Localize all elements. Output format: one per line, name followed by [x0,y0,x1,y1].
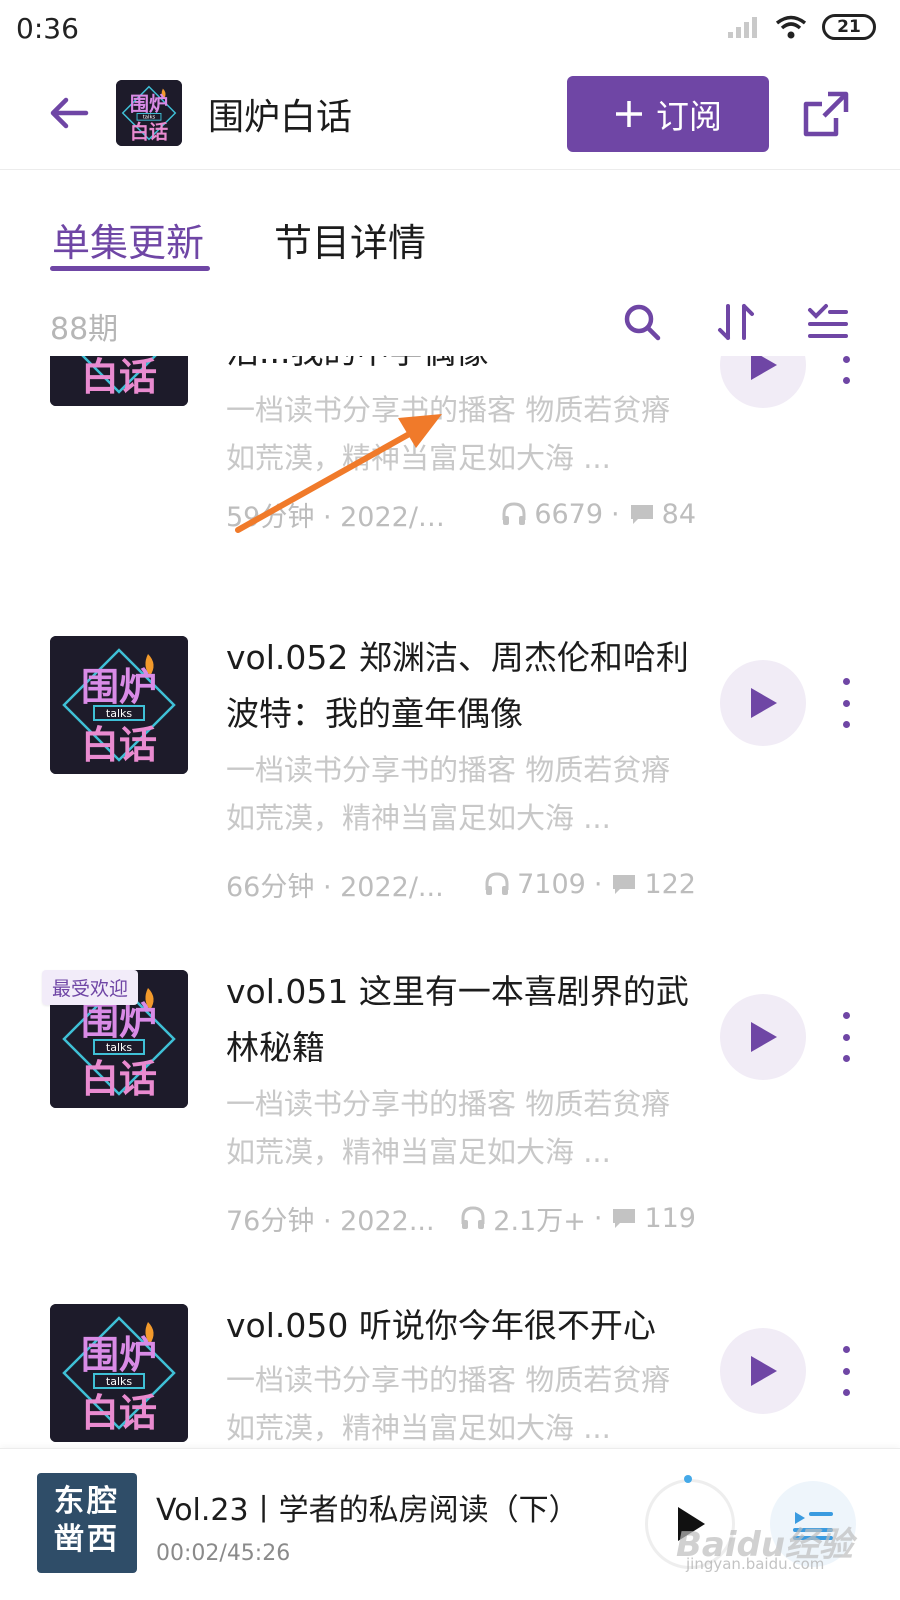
batch-select-icon[interactable] [806,300,850,344]
list-item[interactable]: 围炉 talks 白话 vol.052 郑渊洁、周杰伦和哈利波特：我的童年偶像 … [0,636,900,976]
list-item[interactable]: 围炉 talks 白话 vol.050 听说你今年很不开心 一档读书分享书的播客… [0,1304,900,1448]
battery-indicator: 21 [822,14,876,40]
headphones-icon [502,502,526,525]
now-playing-cover: 东腔 凿西 [37,1473,137,1573]
cover-small: talks [106,1041,132,1054]
play-button[interactable] [720,1328,806,1414]
episode-title: vol.050 听说你今年很不开心 [226,1306,656,1345]
back-arrow-icon[interactable] [44,88,94,138]
episode-meta: 76分钟 · 2022... 2.1万+ · 119 [226,1198,696,1238]
more-options-button[interactable] [836,356,856,384]
episode-cover: 围炉 talks 白话 [50,636,188,774]
comment-count: 84 [661,498,696,530]
cover-small: talks [106,707,132,720]
play-button[interactable] [720,356,806,408]
progress-indicator [684,1475,692,1483]
episode-cover-art: 围炉 talks 白话 [50,636,188,774]
cover-small: talks [106,1375,132,1388]
cover-line1: 围炉 [81,999,157,1043]
episode-cover-art: 围炉 talks 白话 [50,356,188,406]
play-count: 2.1万+ [493,1205,586,1237]
episode-meta: 59分钟 · 2022/1... 6679 · 84 [226,494,696,534]
mini-player[interactable]: 东腔 凿西 Vol.23丨学者的私房阅读（下） 00:02/45:26 Baid… [0,1448,900,1600]
episode-duration: 66分钟 · 2022/... [226,871,444,903]
cover-line2: 白话 [81,723,157,767]
svg-text:白话: 白话 [130,120,168,143]
app-screen: 0:36 21 围炉 talks 白话 围炉白话 订阅 单集更新 节目详情 88… [0,0,900,1600]
headphones-icon [485,872,509,895]
episode-list: 围炉 talks 白话 浩...我的中学偶像 一档读书分享书的播客 物质若贫瘠如… [0,356,900,1448]
sort-icon[interactable] [714,300,758,344]
play-icon [751,688,777,718]
episode-meta: 66分钟 · 2022/... 7109 · 122 [226,864,696,904]
episode-title: vol.051 这里有一本喜剧界的武林秘籍 [226,972,689,1067]
episode-desc: 一档读书分享书的播客 物质若贫瘠如荒漠，精神当富足如大海 ... [226,393,671,475]
comment-icon [613,1209,636,1228]
now-playing-title: Vol.23丨学者的私房阅读（下） [156,1493,579,1528]
tab-bar: 单集更新 节目详情 [0,200,900,280]
episode-title: vol.052 郑渊洁、周杰伦和哈利波特：我的童年偶像 [226,638,689,733]
episode-title: 浩...我的中学偶像 [226,356,696,380]
cover-line2: 白话 [81,1057,157,1101]
watermark-url: jingyan.baidu.com [686,1555,825,1573]
header: 围炉 talks 白话 围炉白话 订阅 [0,62,900,170]
search-icon[interactable] [620,300,664,344]
now-playing-cover-line2: 凿西 [54,1522,120,1557]
most-popular-badge: 最受欢迎 [42,970,139,1005]
episode-cover: 围炉 talks 白话 [50,356,188,406]
now-playing-cover-line1: 东腔 [54,1484,120,1519]
list-item[interactable]: 最受欢迎 围炉 talks 白话 vol.051 这里有一本喜剧界的武林秘籍 一… [0,970,900,1310]
play-icon [751,1022,777,1052]
cover-line1: 围炉 [81,665,157,709]
cover-line2: 白话 [81,1391,157,1435]
play-count: 6679 [534,498,604,530]
tab-episode-updates[interactable]: 单集更新 [52,212,204,267]
signal-icon [728,17,757,38]
cover-line1: 围炉 [81,1333,157,1377]
comment-count: 119 [644,1202,696,1234]
svg-text:talks: talks [143,115,156,121]
episode-cover: 围炉 talks 白话 [50,1304,188,1442]
play-icon [751,356,777,380]
podcast-logo-art: 围炉 talks 白话 [116,80,182,146]
status-bar: 0:36 21 [0,0,900,62]
status-time: 0:36 [16,12,79,45]
play-count: 7109 [517,868,586,900]
comment-icon [630,505,653,524]
episode-count: 88期 [50,312,119,347]
list-item[interactable]: 围炉 talks 白话 浩...我的中学偶像 一档读书分享书的播客 物质若贫瘠如… [0,356,900,608]
episode-duration: 76分钟 · 2022... [226,1205,435,1237]
play-button[interactable] [720,994,806,1080]
subscribe-label: 订阅 [656,97,722,136]
now-playing-time: 00:02/45:26 [156,1541,291,1566]
more-options-button[interactable] [836,1346,856,1396]
play-icon [751,1356,777,1386]
episode-desc: 一档读书分享书的播客 物质若贫瘠如荒漠，精神当富足如大海 ... [226,753,671,835]
svg-text:围炉: 围炉 [130,93,168,116]
podcast-logo: 围炉 talks 白话 [116,80,182,146]
status-icons: 21 [726,14,876,40]
episode-cover-art: 围炉 talks 白话 [50,1304,188,1442]
more-options-button[interactable] [836,678,856,728]
subscribe-button[interactable]: 订阅 [567,76,769,152]
episode-duration: 59分钟 · 2022/1... [226,501,456,533]
page-title: 围炉白话 [208,97,353,138]
comment-icon [613,875,636,894]
headphones-icon [461,1206,485,1229]
list-toolbar: 88期 [0,296,900,354]
wifi-icon [775,15,807,39]
plus-icon [616,101,642,127]
more-options-button[interactable] [836,1012,856,1062]
comment-count: 122 [644,868,696,900]
cover-line2: 白话 [81,356,157,399]
play-button[interactable] [720,660,806,746]
episode-desc: 一档读书分享书的播客 物质若贫瘠如荒漠，精神当富足如大海 ... [226,1087,671,1169]
active-tab-indicator [50,266,210,271]
share-icon[interactable] [800,88,852,140]
tab-program-details[interactable]: 节目详情 [274,212,426,267]
episode-desc: 一档读书分享书的播客 物质若贫瘠如荒漠，精神当富足如大海 ... [226,1363,671,1445]
